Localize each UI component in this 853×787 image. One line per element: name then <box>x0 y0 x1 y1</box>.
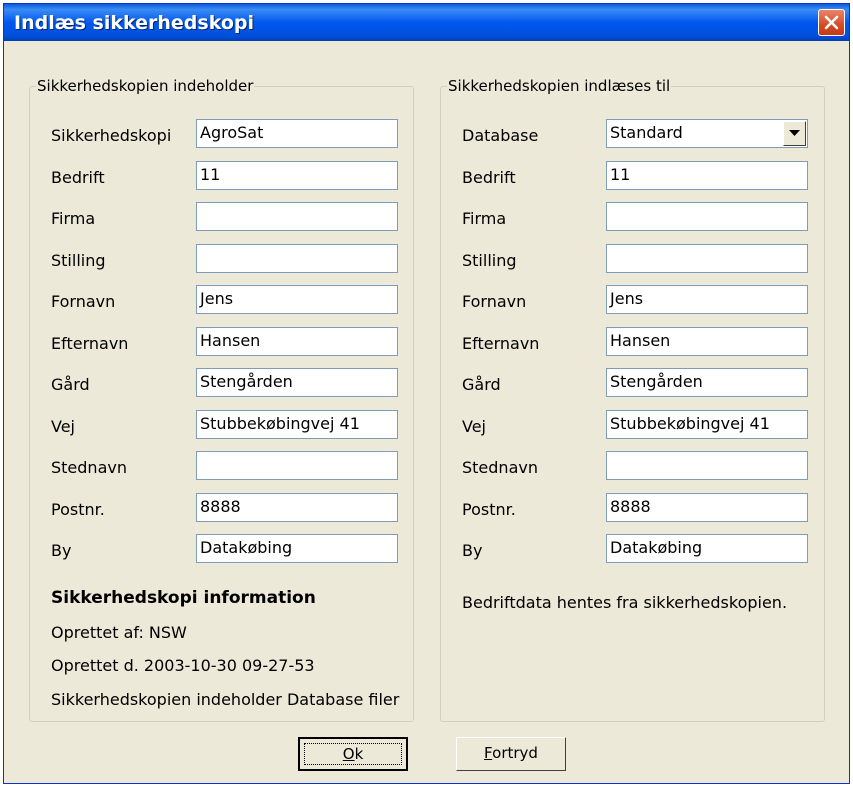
close-button[interactable] <box>818 9 845 36</box>
label-stednavn: Stednavn <box>51 458 127 477</box>
label-efternavn: Efternavn <box>51 334 129 353</box>
source-stednavn-field[interactable] <box>196 451 398 480</box>
target-gaard-field[interactable]: Stengården <box>606 368 808 397</box>
label-gaard-target: Gård <box>462 375 501 394</box>
label-vej: Vej <box>51 417 75 436</box>
ok-hotkey: O <box>342 745 355 763</box>
target-note: Bedriftdata hentes fra sikkerhedskopien. <box>462 593 788 612</box>
label-bedrift-target: Bedrift <box>462 168 516 187</box>
close-icon <box>824 15 839 30</box>
target-efternavn-field[interactable]: Hansen <box>606 327 808 356</box>
label-postnr: Postnr. <box>51 500 105 519</box>
cancel-label-rest: ortryd <box>492 744 538 762</box>
source-vej-field[interactable]: Stubbekøbingvej 41 <box>196 410 398 439</box>
target-bedrift-field[interactable]: 11 <box>606 161 808 190</box>
info-heading: Sikkerhedskopi information <box>51 588 316 608</box>
label-sikkerhedskopi: Sikkerhedskopi <box>51 126 172 145</box>
title-bar[interactable]: Indlæs sikkerhedskopi <box>4 4 849 41</box>
source-sikkerhedskopi-field[interactable]: AgroSat <box>196 119 398 148</box>
target-fornavn-field[interactable]: Jens <box>606 285 808 314</box>
label-firma-target: Firma <box>462 209 507 228</box>
label-gaard: Gård <box>51 375 90 394</box>
source-firma-field[interactable] <box>196 202 398 231</box>
label-fornavn-target: Fornavn <box>462 292 527 311</box>
cancel-hotkey: F <box>484 744 493 762</box>
label-fornavn: Fornavn <box>51 292 116 311</box>
label-firma: Firma <box>51 209 96 228</box>
source-by-field[interactable]: Datakøbing <box>196 534 398 563</box>
cancel-button[interactable]: Fortryd <box>456 737 566 771</box>
target-postnr-field[interactable]: 8888 <box>606 493 808 522</box>
chevron-down-icon <box>789 130 800 136</box>
label-efternavn-target: Efternavn <box>462 334 540 353</box>
target-firma-field[interactable] <box>606 202 808 231</box>
window-title: Indlæs sikkerhedskopi <box>14 12 254 34</box>
label-stednavn-target: Stednavn <box>462 458 538 477</box>
info-created-date: Oprettet d. 2003-10-30 09-27-53 <box>51 656 315 675</box>
info-created-by: Oprettet af: NSW <box>51 623 187 642</box>
label-database: Database <box>462 126 539 145</box>
database-select[interactable]: Standard <box>606 119 808 148</box>
source-bedrift-field[interactable]: 11 <box>196 161 398 190</box>
target-by-field[interactable]: Datakøbing <box>606 534 808 563</box>
ok-button[interactable]: Ok <box>298 737 408 771</box>
label-stilling-target: Stilling <box>462 251 517 270</box>
source-postnr-field[interactable]: 8888 <box>196 493 398 522</box>
label-vej-target: Vej <box>462 417 486 436</box>
ok-label-rest: k <box>354 745 364 763</box>
database-dropdown-button[interactable] <box>783 121 806 146</box>
label-by: By <box>51 541 72 560</box>
label-bedrift: Bedrift <box>51 168 105 187</box>
source-gaard-field[interactable]: Stengården <box>196 368 398 397</box>
source-efternavn-field[interactable]: Hansen <box>196 327 398 356</box>
info-contents: Sikkerhedskopien indeholder Database fil… <box>51 690 400 709</box>
target-vej-field[interactable]: Stubbekøbingvej 41 <box>606 410 808 439</box>
source-stilling-field[interactable] <box>196 244 398 273</box>
target-group-legend: Sikkerhedskopien indlæses til <box>447 77 672 95</box>
label-postnr-target: Postnr. <box>462 500 516 519</box>
source-fornavn-field[interactable]: Jens <box>196 285 398 314</box>
database-select-value: Standard <box>610 123 683 142</box>
label-by-target: By <box>462 541 483 560</box>
target-stilling-field[interactable] <box>606 244 808 273</box>
target-stednavn-field[interactable] <box>606 451 808 480</box>
source-group-legend: Sikkerhedskopien indeholder <box>36 77 255 95</box>
label-stilling: Stilling <box>51 251 106 270</box>
